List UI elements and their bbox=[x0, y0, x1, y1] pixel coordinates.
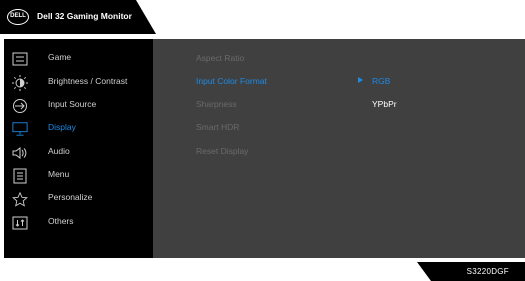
sidebar-item-personalize[interactable]: Personalize bbox=[4, 188, 153, 210]
display-icon bbox=[12, 121, 28, 137]
sidebar-item-input-source[interactable]: Input Source bbox=[4, 95, 153, 117]
model-number: S3220DGF bbox=[466, 267, 509, 276]
display-item-input-color-format[interactable]: Input Color Format bbox=[196, 76, 267, 86]
brightness-icon bbox=[12, 75, 28, 91]
audio-icon bbox=[12, 145, 28, 161]
selected-arrow-icon bbox=[358, 77, 363, 83]
sidebar-item-game[interactable]: Game bbox=[4, 48, 153, 70]
menu-icon bbox=[12, 168, 28, 184]
sidebar-item-label: Input Source bbox=[48, 99, 97, 109]
sidebar: Game Brightness / Contrast Input Source … bbox=[4, 39, 153, 258]
sidebar-item-display[interactable]: Display bbox=[4, 118, 153, 140]
sidebar-item-others[interactable]: Others bbox=[4, 212, 153, 234]
display-item-reset-display[interactable]: Reset Display bbox=[196, 146, 248, 156]
sidebar-item-label: Others bbox=[48, 216, 74, 226]
option-rgb[interactable]: RGB bbox=[372, 76, 390, 86]
game-icon bbox=[12, 51, 28, 67]
dell-logo: DELL bbox=[7, 9, 29, 25]
sidebar-item-brightness-contrast[interactable]: Brightness / Contrast bbox=[4, 72, 153, 94]
sidebar-item-label: Brightness / Contrast bbox=[48, 76, 128, 86]
sidebar-item-label: Personalize bbox=[48, 192, 93, 202]
sidebar-item-label: Game bbox=[48, 52, 72, 62]
display-item-smart-hdr[interactable]: Smart HDR bbox=[196, 122, 239, 132]
display-item-sharpness[interactable]: Sharpness bbox=[196, 99, 237, 109]
others-icon bbox=[12, 215, 28, 231]
display-item-aspect-ratio[interactable]: Aspect Ratio bbox=[196, 53, 244, 63]
osd-panel: Game Brightness / Contrast Input Source … bbox=[4, 39, 525, 258]
sidebar-item-label: Audio bbox=[48, 146, 70, 156]
option-ypbpr[interactable]: YPbPr bbox=[372, 99, 397, 109]
personalize-icon bbox=[12, 191, 28, 207]
sidebar-item-menu[interactable]: Menu bbox=[4, 165, 153, 187]
header-tab: DELL Dell 32 Gaming Monitor bbox=[0, 0, 156, 34]
sidebar-item-label: Menu bbox=[48, 169, 70, 179]
sidebar-item-label: Display bbox=[48, 122, 76, 132]
sidebar-item-audio[interactable]: Audio bbox=[4, 142, 153, 164]
monitor-title: Dell 32 Gaming Monitor bbox=[37, 11, 132, 21]
input-source-icon bbox=[12, 98, 28, 114]
footer-tab: S3220DGF bbox=[417, 262, 525, 281]
